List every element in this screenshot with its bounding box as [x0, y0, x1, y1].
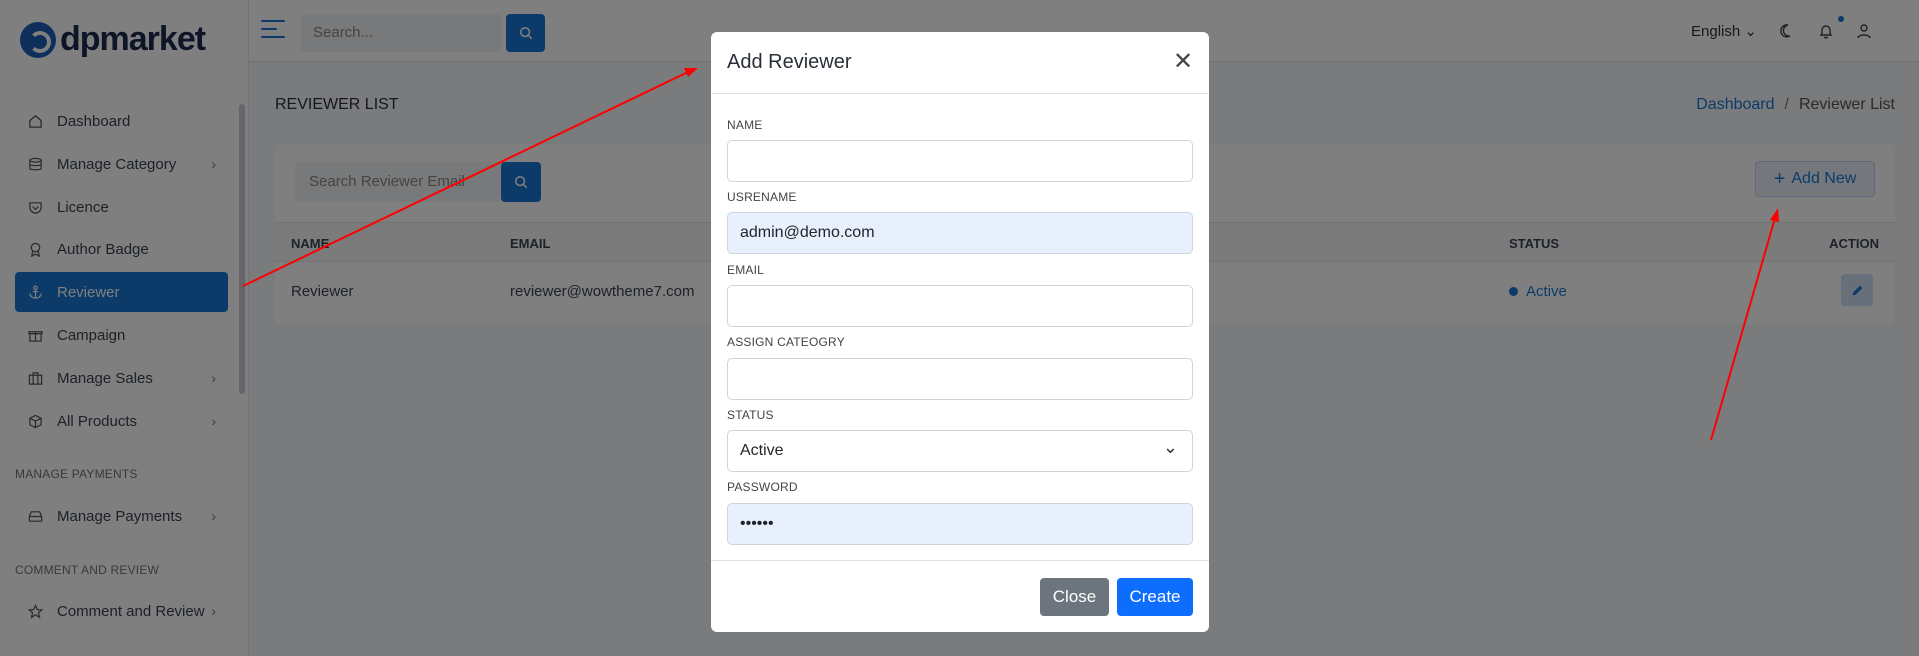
username-field[interactable]: admin@demo.com — [727, 212, 1193, 254]
username-label: USRENAME — [727, 190, 797, 204]
create-button[interactable]: Create — [1117, 578, 1193, 616]
modal-title: Add Reviewer — [727, 51, 852, 73]
password-field[interactable]: •••••• — [727, 503, 1193, 545]
close-button[interactable]: Close — [1040, 578, 1109, 616]
assign-category-field[interactable] — [727, 358, 1193, 400]
modal-footer: Close Create — [711, 560, 1209, 632]
modal-header: Add Reviewer ✕ — [711, 32, 1209, 94]
assign-category-label: ASSIGN CATEOGRY — [727, 335, 845, 349]
password-label: PASSWORD — [727, 480, 798, 494]
add-reviewer-modal: Add Reviewer ✕ NAME USRENAME admin@demo.… — [711, 32, 1209, 632]
email-field[interactable] — [727, 285, 1193, 327]
close-icon[interactable]: ✕ — [1171, 50, 1195, 74]
email-label: EMAIL — [727, 263, 765, 277]
status-select[interactable]: Active — [727, 430, 1193, 472]
status-label: STATUS — [727, 408, 774, 422]
name-label: NAME — [727, 118, 763, 132]
name-field[interactable] — [727, 140, 1193, 182]
